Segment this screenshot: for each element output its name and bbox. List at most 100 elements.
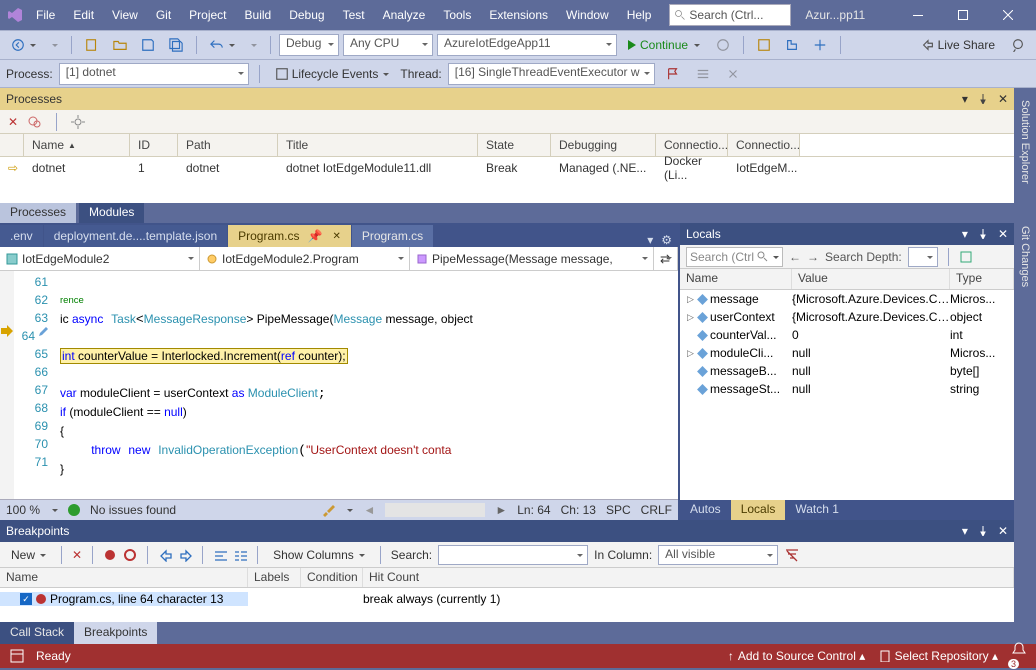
col-id[interactable]: ID [130,134,178,156]
locals-row[interactable]: messageSt...nullstring [680,380,1014,398]
col-name[interactable]: Name ▲ [24,134,130,156]
tab-callstack[interactable]: Call Stack [0,622,74,644]
menu-tools[interactable]: Tools [435,4,479,26]
breakpoint-row[interactable]: ✓Program.cs, line 64 character 13 break … [0,588,1014,610]
maximize-button[interactable] [940,1,985,29]
pin-icon[interactable] [978,526,988,536]
tab-processes[interactable]: Processes [0,203,76,223]
step-button-1[interactable] [752,33,776,57]
title-search-input[interactable]: Search (Ctrl... [669,4,791,26]
step-button-3[interactable] [808,33,832,57]
locals-row[interactable]: ▷ userContext{Microsoft.Azure.Devices.Cl… [680,308,1014,326]
locals-row[interactable]: counterVal...0int [680,326,1014,344]
tab-breakpoints[interactable]: Breakpoints [74,622,157,644]
doctab-deployment[interactable]: deployment.de....template.json [44,225,227,247]
menu-window[interactable]: Window [558,4,617,26]
save-button[interactable] [136,33,160,57]
depth-select[interactable] [908,247,938,267]
startup-select[interactable]: AzureIotEdgeApp11 [437,34,617,56]
lineend-indicator[interactable]: CRLF [641,503,672,517]
live-share-button[interactable]: Live Share [916,33,1000,57]
processes-grid[interactable]: Name ▲ ID Path Title State Debugging Con… [0,134,1014,203]
expand-icon[interactable]: ▷ [686,295,695,304]
config-select[interactable]: Debug [279,34,339,56]
zoom-level[interactable]: 100 % [6,503,40,517]
locals-row[interactable]: ▷ message{Microsoft.Azure.Devices.Cl...M… [680,290,1014,308]
menu-project[interactable]: Project [181,4,234,26]
thread-select[interactable]: [16] SingleThreadEventExecutor w [448,63,655,85]
minimize-button[interactable] [895,1,940,29]
incolumn-select[interactable]: All visible [658,545,778,565]
brush-icon[interactable] [321,503,335,517]
redo-button[interactable] [244,33,262,57]
nav-back-button[interactable] [6,33,41,57]
menu-edit[interactable]: Edit [65,4,102,26]
code-editor[interactable]: 616263 64 65666768697071 rence ic async … [0,271,678,499]
import-icon[interactable] [178,548,192,562]
hot-reload-button[interactable] [711,33,735,57]
col-path[interactable]: Path [178,134,278,156]
thread-tool-2[interactable] [691,62,715,86]
disable-all-icon[interactable] [123,548,137,562]
col-dbg[interactable]: Debugging [551,134,656,156]
tab-autos[interactable]: Autos [680,500,731,520]
checkbox-icon[interactable]: ✓ [20,593,32,605]
tab-solution-explorer[interactable]: Solution Explorer [1017,94,1033,190]
tab-git-changes[interactable]: Git Changes [1017,220,1033,293]
output-icon[interactable] [10,649,24,663]
menu-extensions[interactable]: Extensions [481,4,556,26]
close-icon[interactable]: ✕ [998,524,1008,538]
enable-all-icon[interactable] [103,548,117,562]
col-title[interactable]: Title [278,134,478,156]
col-hitcount[interactable]: Hit Count [363,568,1014,587]
expand-icon[interactable] [686,385,695,394]
col-name[interactable]: Name [680,269,792,289]
platform-select[interactable]: Any CPU [343,34,433,56]
show-columns-button[interactable]: Show Columns [268,543,370,567]
nav-fwd-button[interactable] [45,33,63,57]
close-icon[interactable]: ✕ [998,227,1008,241]
col-state[interactable]: State [478,134,551,156]
add-source-control[interactable]: ↑Add to Source Control ▴ [728,649,865,663]
nav-member[interactable]: PipeMessage(Message message, [410,247,654,270]
process-row[interactable]: ⇨ dotnet 1 dotnet dotnet IotEdgeModule11… [0,157,1014,179]
doctab-program-2[interactable]: Program.cs [352,225,433,247]
menu-git[interactable]: Git [148,4,179,26]
nav-swap-button[interactable]: ⇄ [654,247,678,270]
expand-icon[interactable] [686,367,695,376]
nav-next-icon[interactable]: → [807,250,819,264]
locals-row[interactable]: ▷ moduleCli...nullMicros... [680,344,1014,362]
thread-tool-3[interactable] [721,62,745,86]
dropdown-icon[interactable]: ▾ [962,227,968,241]
pin-icon[interactable]: 📌 [307,229,322,243]
close-icon[interactable]: ✕ [332,231,340,242]
undo-button[interactable] [205,33,240,57]
locals-row[interactable]: messageB...nullbyte[] [680,362,1014,380]
col-condition[interactable]: Condition [301,568,363,587]
bp-search-input[interactable] [438,545,588,565]
menu-view[interactable]: View [104,4,146,26]
space-indicator[interactable]: SPC [606,503,631,517]
notifications-icon[interactable]: 3 [1012,642,1026,670]
menu-help[interactable]: Help [619,4,660,26]
col-name[interactable]: Name [0,568,248,587]
open-button[interactable] [108,33,132,57]
continue-button[interactable]: Continue [621,33,707,57]
menu-file[interactable]: File [28,4,63,26]
menu-analyze[interactable]: Analyze [375,4,434,26]
dropdown-icon[interactable]: ▾ [962,524,968,538]
gear-icon[interactable] [71,115,85,129]
tab-locals[interactable]: Locals [731,500,786,520]
delete-icon[interactable]: ✕ [8,115,18,129]
breakpoints-grid[interactable]: Name Labels Condition Hit Count ✓Program… [0,568,1014,622]
locals-search-input[interactable]: Search (Ctrl [686,247,783,267]
nav-prev-icon[interactable]: ← [789,250,801,264]
col-value[interactable]: Value [792,269,950,289]
doctab-program-active[interactable]: Program.cs📌✕ [228,225,351,247]
expand-icon[interactable]: ▷ [686,349,695,358]
doctab-dropdown-icon[interactable]: ▾ [647,233,653,247]
refresh-icon[interactable] [28,115,42,129]
group-icon[interactable] [233,548,247,562]
solution-name[interactable]: Azur...pp11 [805,8,865,22]
delete-bp-icon[interactable]: ✕ [72,548,82,562]
